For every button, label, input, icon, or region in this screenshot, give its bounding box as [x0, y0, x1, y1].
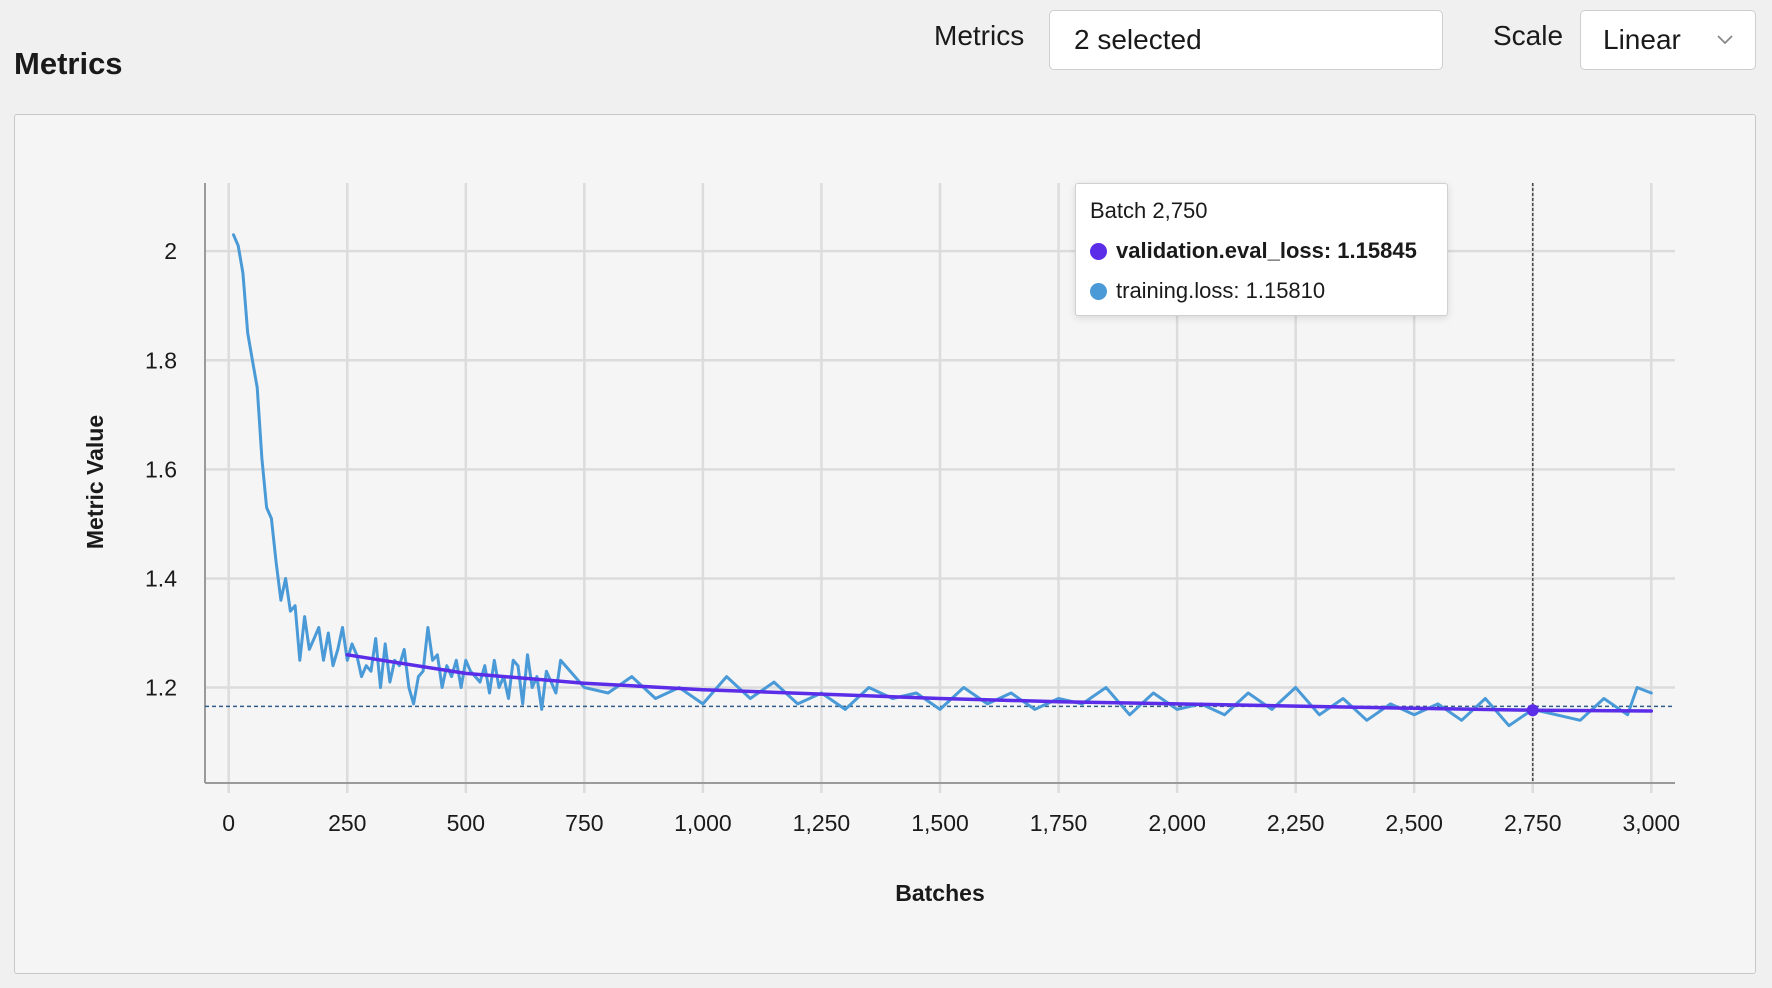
y-axis-title: Metric Value — [82, 415, 108, 549]
y-tick-label: 1.6 — [145, 456, 177, 482]
grid-lines — [205, 183, 1675, 783]
x-tick-label: 1,250 — [793, 810, 851, 836]
y-tick-label: 2 — [164, 238, 177, 264]
metrics-chart[interactable]: 0 250 500 750 1,000 1,250 1,500 1,750 2,000 2,250… — [0, 0, 1772, 988]
x-axis-title: Batches — [895, 880, 984, 906]
x-tick-label: 2,250 — [1267, 810, 1325, 836]
x-tick-label: 500 — [447, 810, 485, 836]
hover-point — [1526, 704, 1539, 717]
x-tick-label: 2,500 — [1385, 810, 1443, 836]
validation-series-dot-icon — [1090, 242, 1107, 260]
tooltip-title: Batch 2,750 — [1090, 198, 1208, 223]
tooltip-row-validation: validation.eval_loss: 1.15845 — [1090, 238, 1433, 264]
tooltip-row-training: training.loss: 1.15810 — [1090, 278, 1433, 304]
y-tick-label: 1.4 — [145, 565, 177, 591]
x-tick-label: 750 — [565, 810, 603, 836]
x-tick-label: 0 — [222, 810, 235, 836]
y-tick-label: 1.2 — [145, 675, 177, 701]
tooltip-training-text: training.loss: 1.15810 — [1116, 278, 1326, 303]
x-tick-label: 2,750 — [1504, 810, 1562, 836]
training-series-dot-icon — [1090, 282, 1107, 300]
x-tick-label: 1,500 — [911, 810, 969, 836]
y-tick-label: 1.8 — [145, 347, 177, 373]
x-tick-label: 2,000 — [1148, 810, 1206, 836]
x-tick-label: 3,000 — [1623, 810, 1681, 836]
x-tick-label: 1,750 — [1030, 810, 1088, 836]
tooltip-validation-text: validation.eval_loss: 1.15845 — [1116, 238, 1417, 263]
x-tick-label: 1,000 — [674, 810, 732, 836]
x-tick-label: 250 — [328, 810, 366, 836]
hover-tooltip: Batch 2,750 validation.eval_loss: 1.1584… — [1075, 183, 1448, 316]
tick-labels: 0 250 500 750 1,000 1,250 1,500 1,750 2,000 2,250… — [145, 238, 1680, 836]
